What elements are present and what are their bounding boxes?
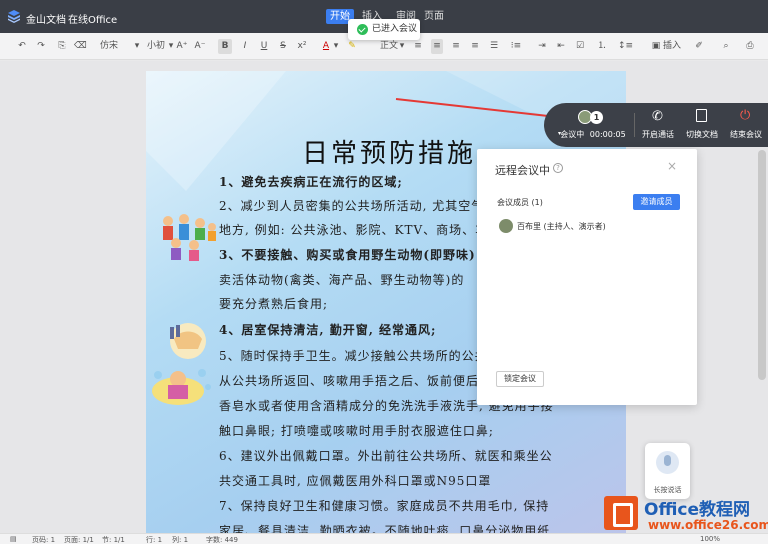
indent-icon[interactable]: ⇥ (536, 39, 548, 54)
redo-icon[interactable]: ↷ (35, 39, 47, 54)
members-label: 会议成员 (1) (497, 198, 543, 207)
meeting-timer: 00:00:05 (589, 130, 626, 139)
office26-watermark: Office教程网 www.office26.com (602, 492, 768, 536)
online-office-link[interactable]: 在线Office (68, 11, 117, 26)
close-icon[interactable]: × (665, 159, 679, 173)
increase-font-icon[interactable]: A⁺ (176, 39, 188, 54)
clear-format-icon[interactable]: ⌫ (74, 39, 87, 54)
align-left-icon[interactable]: ≡ (412, 39, 424, 54)
kdocs-logo-icon[interactable] (7, 9, 21, 23)
underline-button[interactable]: U (258, 39, 270, 54)
chevron-down-icon[interactable]: ▾ (332, 39, 340, 54)
start-call-button[interactable]: ✆ 开启通话 (638, 103, 678, 147)
meeting-control-bar: 1 ▾ 会议中 00:00:05 ✆ 开启通话 切换文档 ⏻ 结束会议 (544, 103, 768, 147)
phone-icon: ✆ (652, 109, 663, 124)
status-col: 列: 1 (172, 536, 189, 544)
joined-meeting-toast: 已进入会议 (348, 19, 420, 40)
highlight-icon[interactable]: ✎ (346, 39, 358, 54)
office-logo-icon (604, 496, 638, 530)
power-icon: ⏻ (740, 108, 751, 123)
justify-icon[interactable]: ≡ (469, 39, 481, 54)
font-size-select[interactable]: 小初 (145, 39, 167, 54)
align-right-icon[interactable]: ≡ (450, 39, 462, 54)
invite-members-button[interactable]: 邀请成员 (633, 194, 680, 210)
numbered-list-icon[interactable]: ⒈ (596, 39, 608, 54)
microphone-icon[interactable] (656, 451, 679, 474)
divider (634, 113, 635, 137)
search-icon[interactable]: ⌕ (720, 39, 732, 54)
check-circle-icon (357, 24, 368, 35)
print-icon[interactable]: ⎙ (744, 39, 756, 54)
line-spacing-icon[interactable]: ↕≡ (618, 39, 633, 54)
status-row: 行: 1 (146, 536, 163, 544)
image-icon[interactable]: ▣ (650, 39, 662, 54)
app-name[interactable]: 金山文档 (26, 11, 66, 26)
watermark-title: Office教程网 (644, 500, 751, 520)
toast-text: 已进入会议 (372, 24, 418, 34)
style-select[interactable]: 正文 (378, 39, 400, 54)
outdent-icon[interactable]: ⇤ (555, 39, 567, 54)
checklist-icon[interactable]: ☑ (574, 39, 586, 54)
chevron-down-icon[interactable]: ▾ (167, 39, 175, 54)
strike-button[interactable]: S (277, 39, 289, 54)
start-call-label: 开启通话 (642, 130, 674, 139)
vertical-scrollbar[interactable] (758, 150, 766, 380)
push-to-talk-widget[interactable]: 长按说话 (645, 443, 690, 499)
outline-icon[interactable]: ▤ (10, 535, 17, 543)
info-icon[interactable]: ? (553, 163, 563, 173)
zoom-level[interactable]: 100% (700, 535, 720, 543)
decrease-font-icon[interactable]: A⁻ (194, 39, 206, 54)
status-words: 字数: 449 (206, 536, 238, 544)
avatar (499, 219, 513, 233)
insert-menu[interactable]: 插入 (662, 39, 682, 54)
align-center-icon[interactable]: ≡ (431, 39, 443, 54)
meeting-status[interactable]: 1 ▾ 会议中 00:00:05 (558, 103, 626, 147)
status-section: 节: 1/1 (102, 536, 125, 544)
end-meeting-button[interactable]: ⏻ 结束会议 (726, 103, 766, 147)
bullet-list-icon[interactable]: ⁝≡ (510, 39, 522, 54)
switch-doc-label: 切换文档 (686, 130, 718, 139)
format-painter-icon[interactable]: ⎘ (56, 39, 68, 54)
undo-icon[interactable]: ↶ (16, 39, 28, 54)
lock-meeting-button[interactable]: 锁定会议 (496, 371, 544, 387)
chevron-down-icon[interactable]: ▾ (398, 39, 406, 54)
paint-icon[interactable]: ✐ (693, 39, 705, 54)
font-color-button[interactable]: A (320, 39, 332, 54)
tab-page[interactable]: 页面 (420, 9, 448, 24)
status-pages: 页面: 1/1 (64, 536, 94, 544)
end-meeting-label: 结束会议 (730, 130, 762, 139)
distribute-icon[interactable]: ☰ (488, 39, 500, 54)
chevron-down-icon[interactable]: ▾ (133, 39, 141, 54)
member-name: 百布里 (主持人、演示者) (517, 222, 606, 231)
status-page: 页码: 1 (32, 536, 56, 544)
superscript-icon[interactable]: x² (296, 39, 308, 54)
remote-meeting-panel: 远程会议中 ? × 会议成员 (1) 邀请成员 百布里 (主持人、演示者) 锁定… (477, 149, 697, 405)
document-icon (696, 109, 707, 122)
switch-doc-button[interactable]: 切换文档 (682, 103, 722, 147)
bold-button[interactable]: B (218, 39, 232, 54)
watermark-url: www.office26.com (648, 518, 768, 532)
panel-title: 远程会议中 (495, 164, 550, 177)
member-count-badge: 1 (590, 111, 603, 124)
italic-button[interactable]: I (239, 39, 251, 54)
meeting-status-text: 会议中 (560, 130, 585, 139)
